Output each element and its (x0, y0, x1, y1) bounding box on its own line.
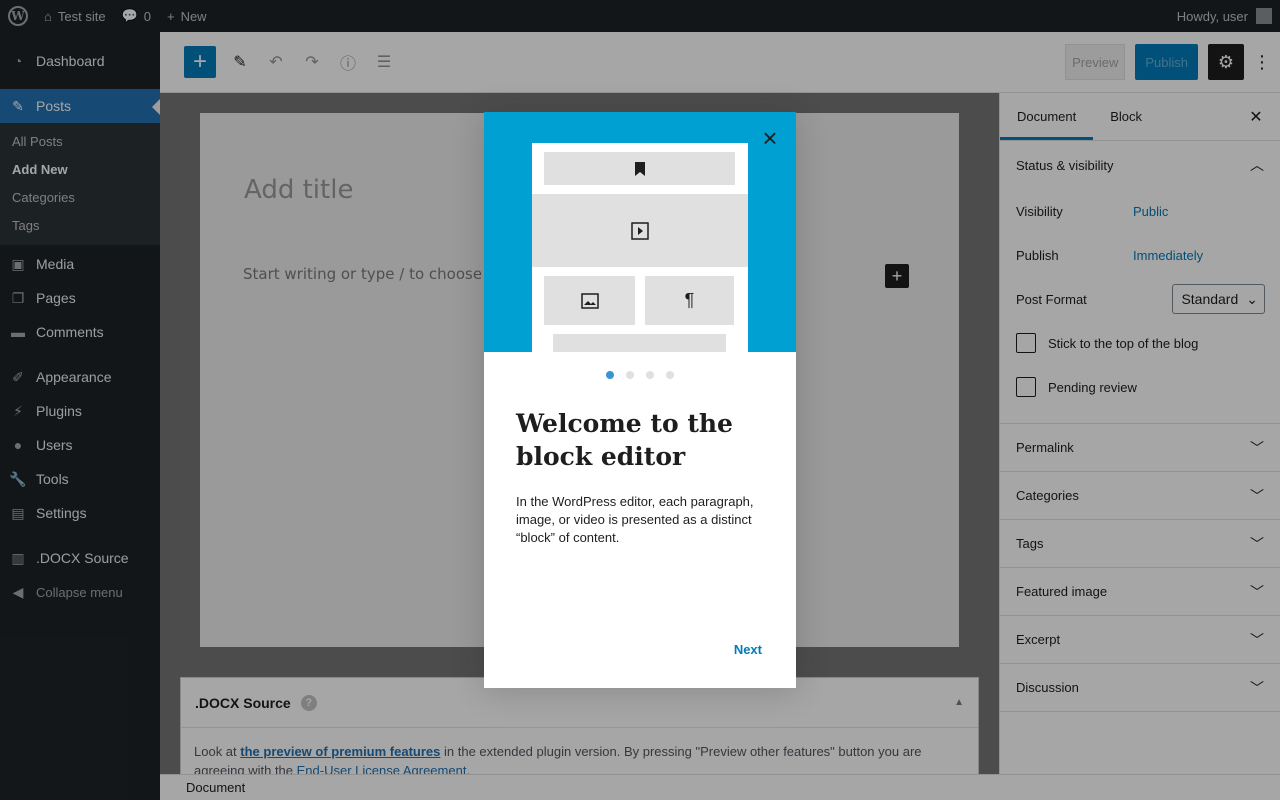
close-icon: × (762, 123, 778, 153)
close-guide-button[interactable]: × (758, 123, 782, 153)
page-dot-4[interactable] (666, 371, 674, 379)
page-dot-2[interactable] (626, 371, 634, 379)
guide-heading: Welcome to the block editor (516, 409, 733, 471)
paragraph-block: ¶ (645, 276, 734, 325)
video-block (532, 194, 748, 267)
bookmark-icon (634, 161, 645, 176)
image-icon (580, 292, 599, 309)
guide-illustration: ¶ × (484, 112, 796, 352)
page-dot-1[interactable] (606, 371, 614, 379)
next-button[interactable]: Next (734, 642, 762, 657)
guide-text: In the WordPress editor, each paragraph,… (516, 494, 754, 545)
image-block (544, 276, 635, 325)
welcome-guide-modal: ¶ × Welcome to the block editor In the W… (484, 112, 796, 688)
page-dot-3[interactable] (646, 371, 654, 379)
text-line-block (553, 334, 726, 352)
bookmark-block (544, 152, 735, 185)
page-indicator (484, 371, 796, 379)
paragraph-icon: ¶ (684, 290, 695, 310)
editor-illustration: ¶ (532, 143, 748, 352)
video-play-icon (631, 221, 649, 240)
